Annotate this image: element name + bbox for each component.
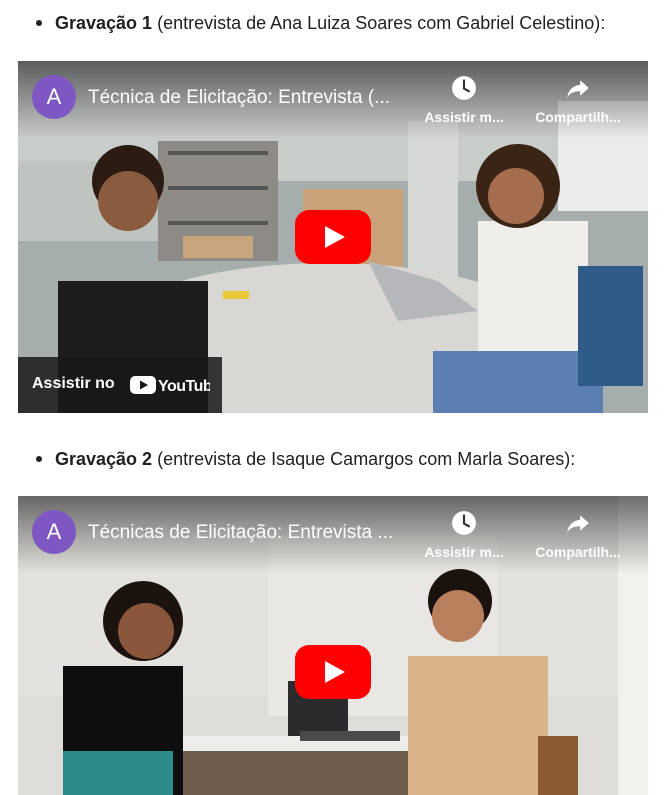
channel-avatar[interactable]: A bbox=[32, 510, 76, 554]
clock-icon bbox=[452, 76, 476, 100]
video-embed-1[interactable]: A Técnica de Elicitação: Entrevista (...… bbox=[18, 61, 648, 413]
bullet bbox=[36, 20, 42, 26]
share-label: Compartilh... bbox=[535, 544, 621, 560]
watch-later-label: Assistir m... bbox=[424, 109, 504, 125]
share-icon bbox=[567, 80, 589, 98]
play-button[interactable] bbox=[295, 210, 371, 264]
video-title[interactable]: Técnicas de Elicitação: Entrevista ... bbox=[88, 522, 393, 544]
play-button[interactable] bbox=[295, 645, 371, 699]
share-button[interactable]: Compartilh... bbox=[528, 75, 628, 125]
bullet bbox=[36, 456, 42, 462]
item-description: (entrevista de Ana Luiza Soares com Gabr… bbox=[152, 13, 606, 33]
watch-on-label: Assistir no bbox=[32, 375, 115, 392]
item-title: Gravação 1 bbox=[55, 13, 153, 33]
share-button[interactable]: Compartilh... bbox=[528, 510, 628, 560]
youtube-brand: YouTube bbox=[158, 378, 210, 395]
share-label: Compartilh... bbox=[535, 109, 621, 125]
youtube-logo: YouTube bbox=[130, 376, 210, 395]
item-description: (entrevista de Isaque Camargos com Marla… bbox=[152, 449, 576, 469]
share-icon bbox=[567, 515, 589, 533]
channel-avatar[interactable]: A bbox=[32, 75, 76, 119]
watch-later-button[interactable]: Assistir m... bbox=[414, 510, 514, 560]
clock-icon bbox=[452, 511, 476, 535]
item-title: Gravação 2 bbox=[55, 449, 153, 469]
video-embed-2[interactable]: A Técnicas de Elicitação: Entrevista ...… bbox=[18, 496, 648, 795]
watch-later-button[interactable]: Assistir m... bbox=[414, 75, 514, 125]
video-title[interactable]: Técnica de Elicitação: Entrevista (... bbox=[88, 87, 390, 109]
watch-on-youtube-button[interactable]: Assistir no YouTube bbox=[18, 357, 222, 413]
watch-later-label: Assistir m... bbox=[424, 544, 504, 560]
